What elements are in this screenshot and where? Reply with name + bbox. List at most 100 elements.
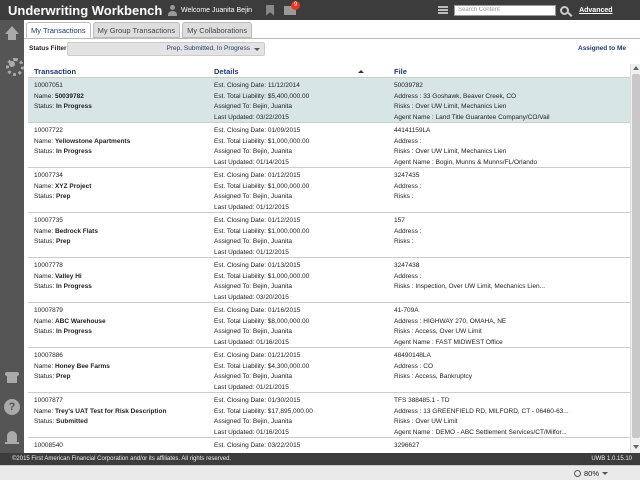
file-cell: 44141159LA Address : Risks : Over UW Limi… [394,126,628,168]
agent-name-line: Agent Name : Bogin, Munns & Munns/FL/Orl… [394,158,628,169]
transaction-status-label: Status: [34,373,57,380]
transaction-id: 10007734 [34,172,63,179]
assigned-to: Bejin, Juanita [252,238,292,245]
assigned-to-me-link[interactable]: Assigned to Me [578,45,626,52]
table-row[interactable]: 10007735 Name: Bedrock Flats Status: Prep E… [28,213,630,258]
closing-date-line: Est. Closing Date: 01/16/2015 [214,306,390,317]
zoom-icon [574,470,581,477]
header-file[interactable]: File [394,67,407,76]
assigned-to-line: Assigned To: Bejin, Juanita [214,282,390,293]
transaction-cell: 10007722 Name: Yellowstone Apartments Stat… [34,126,210,158]
table-row[interactable]: 10007877 Name: Trey's UAT Test for Risk D… [28,393,630,438]
user-area: Welcome Juanita Bejin [168,4,252,16]
agent-name-line: Agent Name : DEMO - ABC Settlement Servi… [394,428,628,439]
details-cell: Est. Closing Date: 01/12/2015 Est. Total … [214,216,390,258]
gear-icon[interactable] [4,56,24,76]
closing-date: 11/12/2014 [267,82,300,89]
table-row[interactable]: 10007722 Name: Yellowstone Apartments Stat… [28,123,630,168]
status-filter-value: Prep, Submitted, In Progress [166,45,250,52]
advanced-search-link[interactable]: Advanced [579,7,612,14]
transaction-status-label: Status: [34,283,57,290]
file-number: TFS 388485.1 - TD [394,397,450,404]
file-address-line: Address : [394,272,628,283]
search-icon[interactable] [560,5,570,15]
tab-my-group-transactions[interactable]: My Group Transactions [92,22,181,38]
assigned-to: Bejin, Juanita [252,103,292,110]
file-risks-line: Risks : [394,237,628,248]
assigned-to: Bejin, Juanita [252,418,292,425]
header-transaction[interactable]: Transaction [34,67,76,76]
bookmark-icon[interactable] [266,4,275,16]
last-updated-line: Last Updated: 01/21/2015 [214,383,390,394]
file-risks-label: Risks : [394,283,416,290]
file-address-label: Address : [394,317,424,325]
browser-status-bar: 80% [0,465,640,480]
file-risks: Inspection, Over UW Limit, Mechanics Lie… [415,283,545,290]
last-updated-label: Last Updated: [214,158,257,166]
table-row[interactable]: 10007879 Name: ABC Warehouse Status: In Pr… [28,303,630,348]
transaction-name: XYZ Project [54,182,92,190]
last-updated-label: Last Updated: [214,293,257,301]
file-address-line: Address : 33 Goshawk, Beaver Creek, CO [394,92,628,103]
file-address-label: Address : [394,182,422,190]
transaction-id: 10007886 [34,352,63,359]
total-liability-line: Est. Total Liability: $5,400,000.00 [214,92,390,103]
home-icon[interactable] [4,26,20,42]
file-address-label: Address : [394,272,422,280]
closing-date: 01/12/2015 [267,217,301,224]
transaction-status: In Progress [56,328,92,335]
user-icon[interactable] [168,4,177,16]
help-icon[interactable]: ? [4,399,20,415]
total-liability-line: Est. Total Liability: $17,895,000.00 [214,407,390,418]
notifications[interactable]: 9 [284,0,301,15]
table-row[interactable]: 10007051 Name: 50039782 Status: In Progres… [28,78,630,123]
table-row[interactable]: 10008540Name: Bejin PropertyStatus: Est.… [28,438,630,453]
table-row[interactable]: 10007778 Name: Valley Hi Status: In Progre… [28,258,630,303]
zoom-control[interactable]: 80% [574,469,609,478]
sort-ascending-icon[interactable] [358,70,364,73]
transaction-name-label: Name: [34,317,55,325]
last-updated-line: Last Updated: 01/12/2015 [214,203,390,214]
file-address: HIGHWAY 270, OMAHA, NE [423,317,507,325]
transaction-name-label: Name: [34,182,55,190]
agent-name-label: Agent Name : [394,428,436,436]
last-updated-label: Last Updated: [214,338,257,346]
scrollbar[interactable] [630,64,640,453]
table-row[interactable]: 10007886 Name: Honey Bee Farms Status: Pre… [28,348,630,393]
assigned-to-line: Assigned To: Bejin, Juanita [214,372,390,383]
file-risks-label: Risks : [394,193,414,200]
chevron-down-icon [602,472,609,475]
file-cell: 3296627Address : Risks : [394,441,628,453]
search-input[interactable] [454,4,557,16]
scroll-thumb[interactable] [632,74,640,438]
header-details[interactable]: Details [214,67,239,76]
file-address: 13 GREENFIELD RD, MILFORD, CT - 06460-63… [423,407,569,415]
tab-my-transactions[interactable]: My Transactions [26,22,91,38]
bell-icon[interactable] [4,430,20,446]
file-cell: 157 Address : Risks : [394,216,628,248]
file-risks: Access, Bankruptcy [414,373,473,380]
transaction-name-line: Name: Honey Bee Farms [34,362,210,373]
assigned-to-label: Assigned To: [214,148,253,155]
closing-date-line: Est. Closing Date: 03/22/2015 [214,441,390,452]
assigned-to: Bejin, Juanita [252,148,292,155]
menu-icon[interactable] [438,6,449,14]
chevron-down-icon [254,48,260,51]
assigned-to: Bejin, Juanita [252,328,292,335]
transaction-cell: 10007877 Name: Trey's UAT Test for Risk D… [34,396,210,428]
scroll-down-icon[interactable] [633,445,639,449]
table-row[interactable]: 10007734 Name: XYZ Project Status: Prep Est… [28,168,630,213]
transaction-status-line: Status: In Progress [34,102,210,113]
scroll-up-icon[interactable] [633,66,639,70]
total-liability-label: Est. Total Liability: [214,407,268,415]
status-filter-select[interactable]: Prep, Submitted, In Progress [67,42,265,56]
transaction-name-line: Name: XYZ Project [34,182,210,193]
assigned-to-label: Assigned To: [214,238,253,245]
phone-icon[interactable] [4,369,20,385]
tab-my-collaborations[interactable]: My Collaborations [182,22,253,38]
file-risks-label: Risks : [394,328,415,335]
transaction-name-label: Name: [34,407,55,415]
transaction-id: 10007722 [34,127,63,134]
file-risks: Over UW Limit, Mechanics Lien [415,148,507,155]
file-address-label: Address : [394,137,422,145]
